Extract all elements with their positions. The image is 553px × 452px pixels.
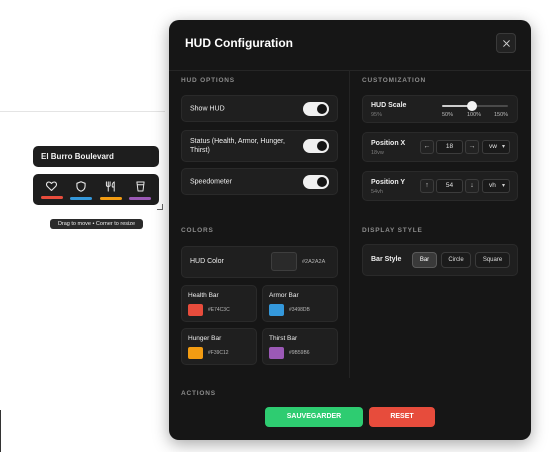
color-swatch[interactable]: [269, 347, 284, 359]
status-toggle[interactable]: [303, 139, 329, 153]
hud-preview[interactable]: [33, 174, 159, 205]
display-style-heading: DISPLAY STYLE: [362, 227, 423, 234]
position-y-sub: 54vh: [371, 189, 383, 195]
heart-icon: [46, 181, 58, 191]
divider: [0, 111, 165, 112]
chevron-down-icon: ▾: [501, 183, 505, 189]
chevron-down-icon: ▾: [501, 144, 505, 150]
hud-options-heading: HUD OPTIONS: [181, 77, 235, 84]
hud-color-row: HUD Color #2A2A2A: [181, 246, 338, 278]
scale-tick-max: 150%: [494, 112, 509, 118]
color-name: Hunger Bar: [188, 335, 222, 342]
position-y-decrease-button[interactable]: ↑: [420, 179, 434, 193]
save-button[interactable]: SAUVEGARDER: [265, 407, 363, 427]
cup-icon: [136, 181, 145, 192]
resize-handle[interactable]: [157, 204, 163, 210]
column-divider: [349, 70, 350, 378]
hud-scale-label: HUD Scale: [371, 102, 407, 109]
position-x-increase-button[interactable]: →: [465, 140, 479, 154]
color-hex: #3498DB: [289, 307, 310, 313]
panel-title: HUD Configuration: [185, 36, 293, 50]
hud-scale-value: 95%: [371, 112, 383, 118]
hud-config-panel: HUD Configuration HUD OPTIONS Show HUD S…: [169, 20, 531, 440]
bar-style-square-button[interactable]: Square: [475, 252, 510, 268]
scale-tick-min: 50%: [442, 112, 454, 118]
show-hud-option: Show HUD: [181, 95, 338, 122]
speedometer-option: Speedometer: [181, 168, 338, 195]
close-button[interactable]: [496, 33, 516, 53]
fork-knife-icon: [105, 181, 115, 192]
option-label: Status (Health, Armor, Hunger, Thirst): [190, 138, 285, 154]
slider-thumb[interactable]: [466, 101, 477, 111]
reset-button[interactable]: RESET: [369, 407, 435, 427]
hunger-indicator: [99, 181, 123, 200]
position-y-label: Position Y: [371, 179, 406, 186]
color-name: Thirst Bar: [269, 335, 298, 342]
hunger-bar-color: Hunger Bar #F39C12: [181, 328, 257, 365]
color-name: Armor Bar: [269, 292, 299, 299]
actions-heading: ACTIONS: [181, 390, 216, 397]
panel-header: HUD Configuration: [169, 20, 531, 71]
toggle-knob: [317, 103, 327, 114]
speedometer-toggle[interactable]: [303, 174, 329, 189]
color-hex: #E74C3C: [208, 307, 230, 313]
position-x-label: Position X: [371, 140, 406, 147]
unit-value: vh: [489, 182, 496, 189]
scale-tick-mid: 100%: [467, 112, 482, 118]
drag-hint-tooltip: Drag to move • Corner to resize: [50, 219, 143, 229]
thirst-bar-indicator: [129, 197, 152, 200]
position-y-increase-button[interactable]: ↓: [465, 179, 479, 193]
show-hud-toggle[interactable]: [303, 101, 329, 116]
position-x-input[interactable]: 18: [436, 140, 463, 154]
position-y-input[interactable]: 54: [436, 179, 463, 193]
street-name-label: El Burro Boulevard: [33, 146, 159, 167]
shield-icon: [76, 181, 86, 192]
edge-line: [0, 410, 1, 452]
hud-color-label: HUD Color: [190, 258, 224, 265]
color-swatch[interactable]: [188, 347, 203, 359]
bar-style-row: Bar Style Bar Circle Square: [362, 244, 518, 276]
position-y-unit-select[interactable]: vh ▾: [482, 179, 510, 193]
toggle-knob: [317, 176, 327, 187]
customization-heading: CUSTOMIZATION: [362, 77, 426, 84]
option-label: Speedometer: [190, 178, 233, 185]
armor-indicator: [69, 181, 93, 200]
colors-heading: COLORS: [181, 227, 214, 234]
position-x-row: Position X 18vw ← 18 → vw ▾: [362, 132, 518, 162]
toggle-knob: [317, 141, 327, 151]
unit-value: vw: [489, 143, 497, 150]
color-hex: #9B59B6: [289, 350, 310, 356]
color-name: Health Bar: [188, 292, 219, 299]
position-x-decrease-button[interactable]: ←: [420, 140, 434, 154]
status-option: Status (Health, Armor, Hunger, Thirst): [181, 130, 338, 162]
position-y-row: Position Y 54vh ↑ 54 ↓ vh ▾: [362, 171, 518, 201]
hud-scale-slider[interactable]: [442, 101, 508, 111]
hud-color-swatch[interactable]: [271, 252, 297, 271]
health-bar-indicator: [40, 196, 63, 199]
color-swatch[interactable]: [188, 304, 203, 316]
thirst-indicator: [128, 181, 152, 200]
armor-bar-color: Armor Bar #3498DB: [262, 285, 338, 322]
hud-color-hex: #2A2A2A: [302, 259, 326, 265]
position-x-sub: 18vw: [371, 150, 384, 156]
thirst-bar-color: Thirst Bar #9B59B6: [262, 328, 338, 365]
option-label: Show HUD: [190, 105, 225, 112]
bar-style-circle-button[interactable]: Circle: [441, 252, 471, 268]
color-hex: #F39C12: [208, 350, 229, 356]
health-indicator: [40, 181, 64, 199]
close-icon: [502, 39, 510, 47]
hud-scale-row: HUD Scale 95% 50% 100% 150%: [362, 95, 518, 123]
health-bar-color: Health Bar #E74C3C: [181, 285, 257, 322]
armor-bar-indicator: [70, 197, 93, 200]
bar-style-label: Bar Style: [371, 256, 402, 263]
color-swatch[interactable]: [269, 304, 284, 316]
bar-style-bar-button[interactable]: Bar: [412, 252, 437, 268]
hunger-bar-indicator: [99, 197, 122, 200]
position-x-unit-select[interactable]: vw ▾: [482, 140, 510, 154]
